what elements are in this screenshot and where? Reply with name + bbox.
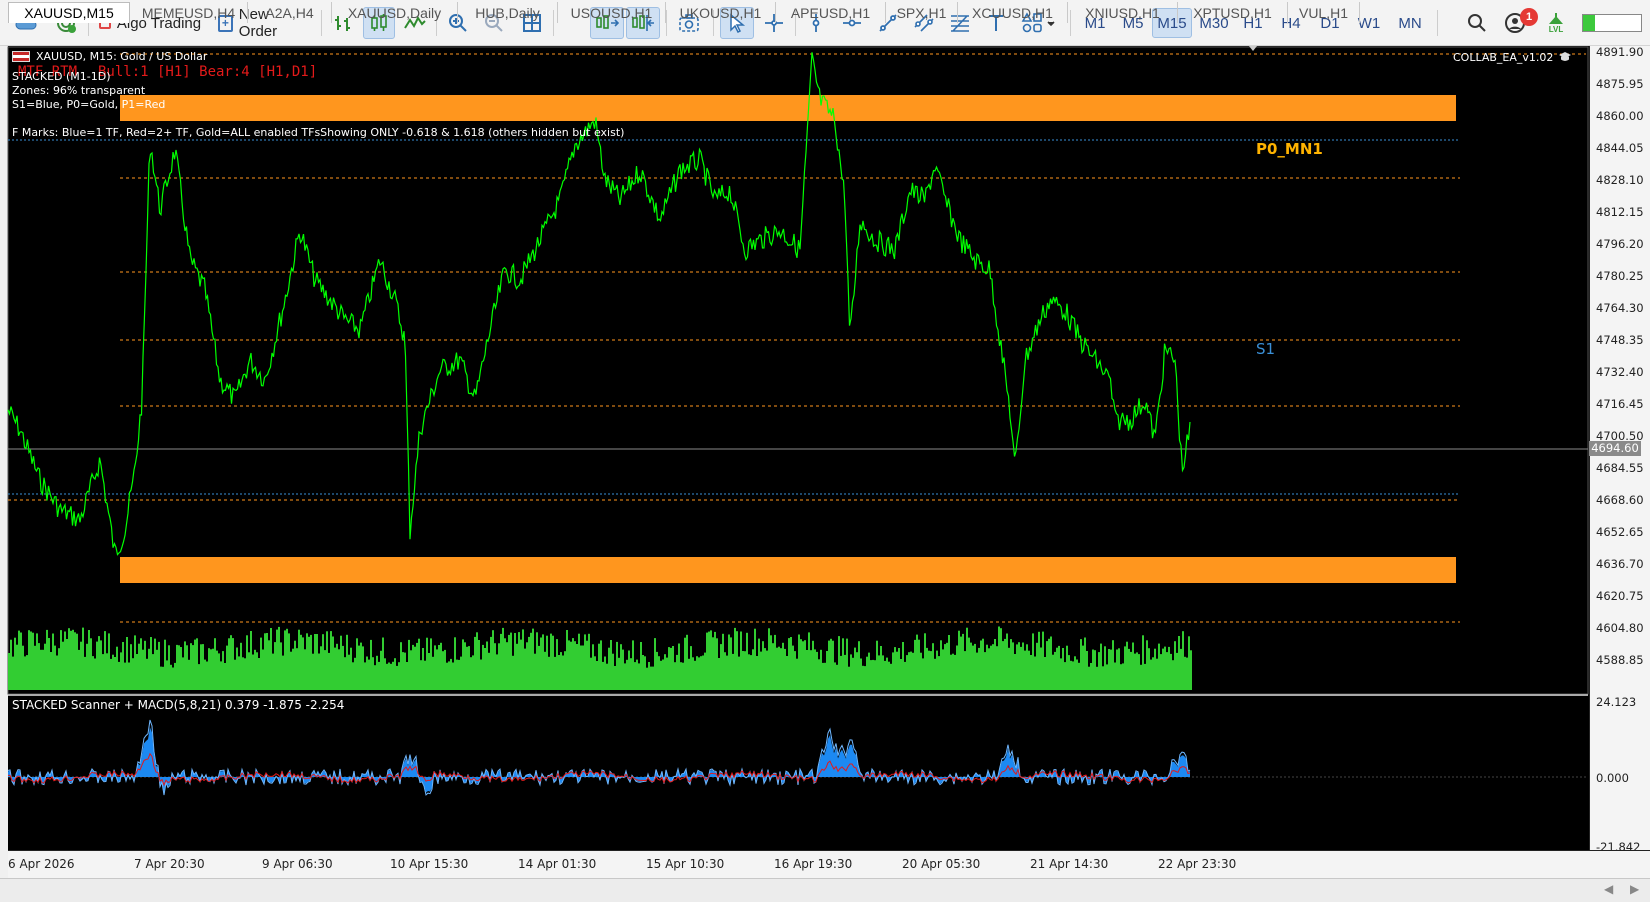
current-price-tag: 4694.60 <box>1589 441 1641 456</box>
macd-histogram <box>8 727 1190 793</box>
price-label: 4652.65 <box>1596 525 1644 539</box>
tab-xauusd-m15[interactable]: XAUUSD,M15 <box>8 2 130 23</box>
ea-label: COLLAB_EA_v1.02 <box>1453 51 1554 64</box>
indicator-title: STACKED Scanner + MACD(5,8,21) 0.379 -1.… <box>12 698 345 712</box>
tabs-scroll-right-icon[interactable]: ▶ <box>1630 882 1639 896</box>
price-label: 4636.70 <box>1596 557 1644 571</box>
price-label: 4716.45 <box>1596 397 1644 411</box>
price-label: 4588.85 <box>1596 653 1644 667</box>
time-label: 15 Apr 10:30 <box>646 857 725 871</box>
f-marks-label: F Marks: Blue=1 TF, Red=2+ TF, Gold=ALL … <box>12 126 625 139</box>
price-label: 4732.40 <box>1596 365 1644 379</box>
price-label: 4668.60 <box>1596 493 1644 507</box>
tab-spx-h1[interactable]: SPX,H1 <box>886 2 958 23</box>
chart-symbol-title: XAUUSD, M15: Gold / US Dollar <box>36 50 208 63</box>
chart-title-row: XAUUSD, M15: Gold / US Dollar <box>12 50 207 63</box>
fib-levels <box>8 53 1586 623</box>
mtf-bull-bear-label: Bull:1 [H1] Bear:4 [H1,D1] <box>98 64 318 80</box>
price-label: 4891.90 <box>1596 45 1644 59</box>
chart-shift-marker[interactable] <box>1249 46 1257 51</box>
price-label: 4812.15 <box>1596 205 1644 219</box>
price-label: 4860.00 <box>1596 109 1644 123</box>
price-label: 4748.35 <box>1596 333 1644 347</box>
blue-levels <box>8 139 1460 495</box>
price-label: 4828.10 <box>1596 173 1644 187</box>
tab-hub-daily[interactable]: HUB,Daily <box>458 2 558 23</box>
zone-legend-label: S1=Blue, P0=Gold, P1=Red <box>12 98 166 111</box>
main-pane-border <box>7 46 1589 695</box>
price-label: 4700.50 <box>1596 429 1644 443</box>
flag-icon <box>12 51 30 62</box>
ea-hat-icon[interactable] <box>1558 50 1572 62</box>
price-label: 4604.80 <box>1596 621 1644 635</box>
p0-mn1-label: P0_MN1 <box>1256 140 1323 158</box>
time-label: 22 Apr 23:30 <box>1158 857 1237 871</box>
time-label: 10 Apr 15:30 <box>390 857 469 871</box>
chart-tabs <box>0 878 1650 902</box>
tab-xauusd-daily[interactable]: XAUUSD,Daily <box>332 2 458 23</box>
time-label: 6 Apr 2026 <box>8 857 75 871</box>
time-label: 7 Apr 20:30 <box>134 857 205 871</box>
tab-memeusd-h4[interactable]: MEMEUSD,H4 <box>130 2 248 23</box>
supply-zone <box>120 95 1456 121</box>
price-label: 4620.75 <box>1596 589 1644 603</box>
tab-ukousd-h1[interactable]: UKOUSD,H1 <box>666 2 776 23</box>
stacked-label: STACKED (M1-1D) <box>12 70 111 83</box>
tab-vul-h1[interactable]: VUL,H1 <box>1288 2 1360 23</box>
price-label: 4875.95 <box>1596 77 1644 91</box>
time-label: 16 Apr 19:30 <box>774 857 853 871</box>
tab-apeusd-h1[interactable]: APEUSD,H1 <box>776 2 886 23</box>
tab-usousd-h1[interactable]: USOUSD,H1 <box>558 2 666 23</box>
time-label: 9 Apr 06:30 <box>262 857 333 871</box>
tab-xniusd-h1[interactable]: XNIUSD,H1 <box>1068 2 1178 23</box>
tab-xcuusd-h1[interactable]: XCUUSD,H1 <box>958 2 1068 23</box>
time-label: 21 Apr 14:30 <box>1030 857 1109 871</box>
s1-label: S1 <box>1256 340 1276 358</box>
price-label: 4764.30 <box>1596 301 1644 315</box>
time-label: 20 Apr 05:30 <box>902 857 981 871</box>
price-label: 4684.55 <box>1596 461 1644 475</box>
macd-scale-label: 24.123 <box>1596 695 1637 709</box>
tab-a2a-h4[interactable]: A2A,H4 <box>248 2 332 23</box>
zones-label: Zones: 96% transparent <box>12 84 146 97</box>
tabs-scroll-left-icon[interactable]: ◀ <box>1604 882 1613 896</box>
price-label: 4796.20 <box>1596 237 1644 251</box>
price-label: 4844.05 <box>1596 141 1644 155</box>
time-label: 14 Apr 01:30 <box>518 857 597 871</box>
macd-scale-label: 0.000 <box>1596 771 1629 785</box>
volume-histogram <box>8 626 1192 690</box>
tab-xptusd-h1[interactable]: XPTUSD,H1 <box>1178 2 1288 23</box>
price-label: 4780.25 <box>1596 269 1644 283</box>
macd-scale-label: -21.842 <box>1596 840 1641 854</box>
macd-line <box>7 719 1191 796</box>
demand-zone <box>120 557 1456 583</box>
